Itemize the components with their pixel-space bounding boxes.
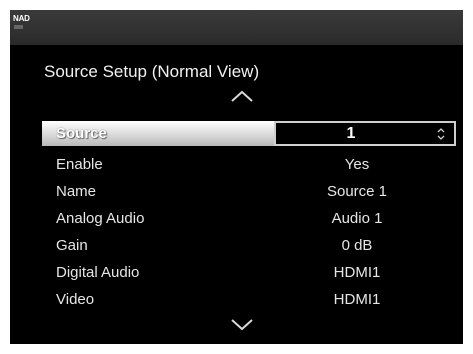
menu-row-label: Analog Audio	[56, 210, 145, 227]
chevron-up-icon[interactable]	[231, 90, 253, 102]
menu-row-label: Enable	[56, 156, 103, 173]
menu-row-value: 1	[346, 125, 356, 142]
top-bar: NAD	[10, 10, 463, 45]
menu-row-source[interactable]: Source 1	[42, 121, 456, 146]
menu-row-label: Video	[56, 291, 95, 308]
menu-row-value: Source 1	[326, 183, 388, 200]
selected-row-highlight: Source	[42, 121, 274, 146]
menu-row-value: HDMI1	[333, 291, 381, 308]
menu-row-label: Name	[56, 183, 97, 200]
menu-row-label: Digital Audio	[56, 264, 140, 281]
menu-row-gain[interactable]: Gain 0 dB	[42, 234, 456, 256]
menu-row-value: Yes	[344, 156, 370, 173]
source-selector[interactable]: 1	[274, 121, 456, 146]
menu-row-label: Source	[56, 125, 107, 142]
menu-row-label: Gain	[56, 237, 88, 254]
menu-row-name[interactable]: Name Source 1	[42, 180, 456, 202]
menu-row-analog-audio[interactable]: Analog Audio Audio 1	[42, 207, 456, 229]
menu-row-value: HDMI1	[333, 264, 381, 281]
menu-row-value: 0 dB	[341, 237, 373, 254]
osd-screen: NAD Source Setup (Normal View) Source 1 …	[10, 10, 463, 344]
menu-row-digital-audio[interactable]: Digital Audio HDMI1	[42, 261, 456, 283]
up-down-spinner-icon[interactable]	[436, 127, 446, 141]
page-title: Source Setup (Normal View)	[44, 62, 260, 81]
brand-logo: NAD	[13, 14, 30, 23]
menu-row-video[interactable]: Video HDMI1	[42, 288, 456, 310]
menu-row-value: Audio 1	[331, 210, 383, 227]
chevron-down-icon[interactable]	[231, 319, 253, 331]
brand-logo-mark	[14, 25, 23, 29]
menu-row-enable[interactable]: Enable Yes	[42, 153, 456, 175]
